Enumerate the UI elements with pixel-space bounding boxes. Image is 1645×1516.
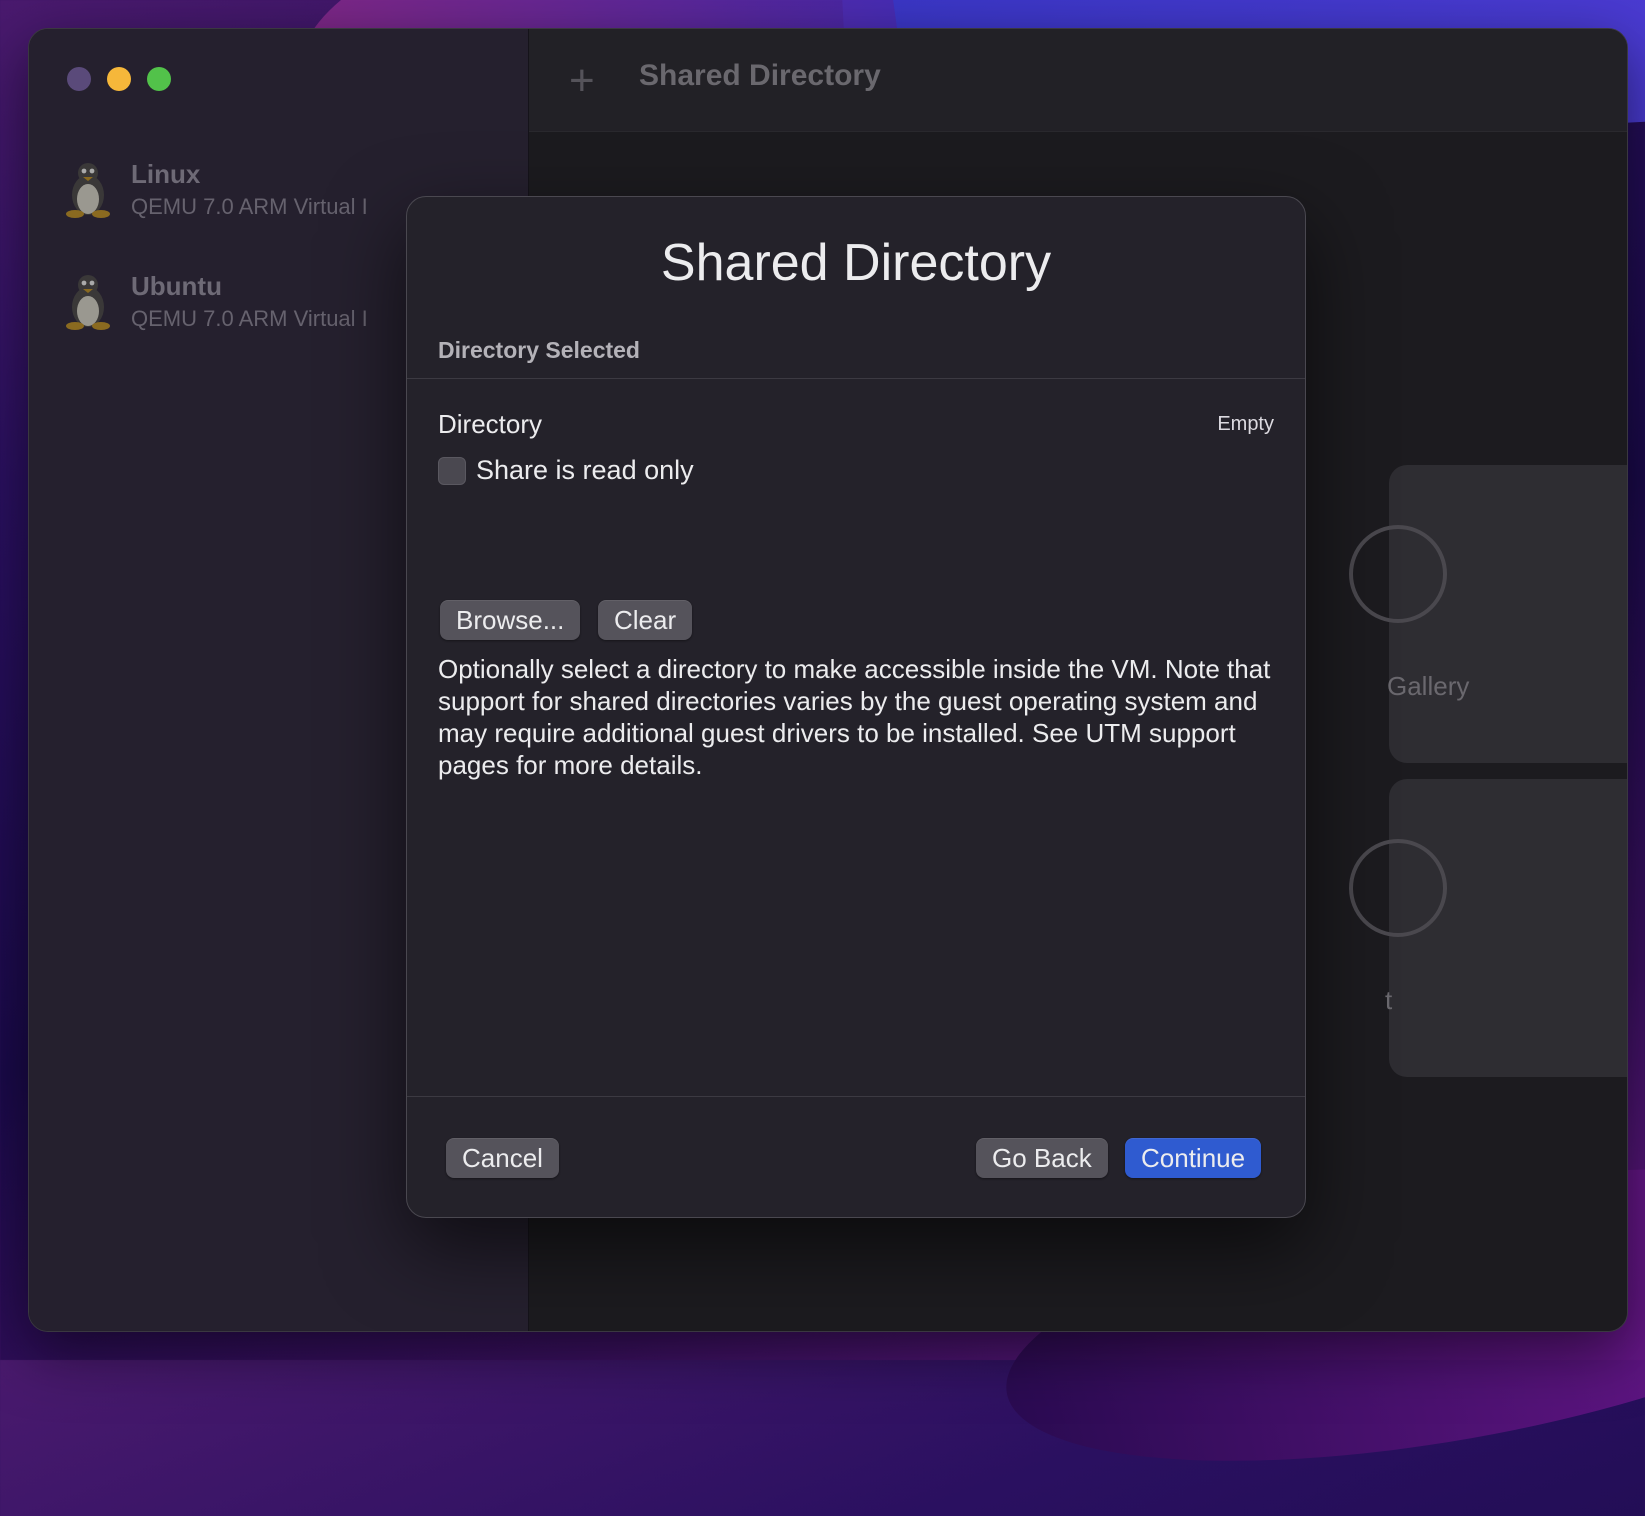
- read-only-checkbox[interactable]: [438, 456, 466, 485]
- maximize-window-button[interactable]: [147, 67, 171, 91]
- minimize-window-button[interactable]: [107, 67, 131, 91]
- plus-icon[interactable]: +: [569, 59, 595, 103]
- shared-directory-dialog: Shared Directory Directory Selected Dire…: [406, 196, 1306, 1218]
- card-label: t: [1385, 985, 1393, 1015]
- vm-text: Ubuntu QEMU 7.0 ARM Virtual I: [131, 271, 368, 332]
- divider: [407, 378, 1305, 379]
- section-header: Directory Selected: [438, 337, 640, 363]
- vm-text: Linux QEMU 7.0 ARM Virtual I: [131, 159, 368, 220]
- description-text: Optionally select a directory to make ac…: [438, 654, 1271, 780]
- app-window: Linux QEMU 7.0 ARM Virtual I Ubuntu QEMU…: [28, 28, 1628, 1332]
- read-only-label[interactable]: Share is read only: [476, 455, 694, 486]
- read-only-row[interactable]: Share is read only: [438, 455, 694, 486]
- directory-label: Directory: [438, 409, 543, 439]
- cancel-button[interactable]: Cancel: [446, 1138, 559, 1178]
- toolbar: + Shared Directory: [529, 29, 1627, 132]
- window-controls: [67, 67, 171, 91]
- continue-button[interactable]: Continue: [1125, 1138, 1262, 1178]
- divider: [407, 1096, 1305, 1097]
- toolbar-title: Shared Directory: [639, 59, 881, 92]
- tux-icon: [66, 275, 110, 330]
- vm-subtitle: QEMU 7.0 ARM Virtual I: [131, 305, 368, 331]
- tux-icon: [66, 163, 110, 218]
- close-window-button[interactable]: [67, 67, 91, 91]
- go-back-button[interactable]: Go Back: [976, 1138, 1108, 1178]
- dialog-title: Shared Directory: [660, 234, 1052, 292]
- vm-subtitle: QEMU 7.0 ARM Virtual I: [131, 193, 368, 219]
- vm-name: Ubuntu: [131, 270, 222, 301]
- directory-value: Empty: [1217, 413, 1274, 435]
- card-label: Gallery: [1387, 671, 1470, 701]
- browse-button[interactable]: Browse...: [440, 600, 581, 640]
- card-icon: [1349, 525, 1447, 623]
- card-icon: [1349, 839, 1447, 937]
- gallery-card[interactable]: Gallery: [1349, 465, 1627, 763]
- vm-name: Linux: [131, 158, 201, 189]
- clear-button[interactable]: Clear: [598, 600, 693, 640]
- option-card[interactable]: t: [1349, 779, 1627, 1077]
